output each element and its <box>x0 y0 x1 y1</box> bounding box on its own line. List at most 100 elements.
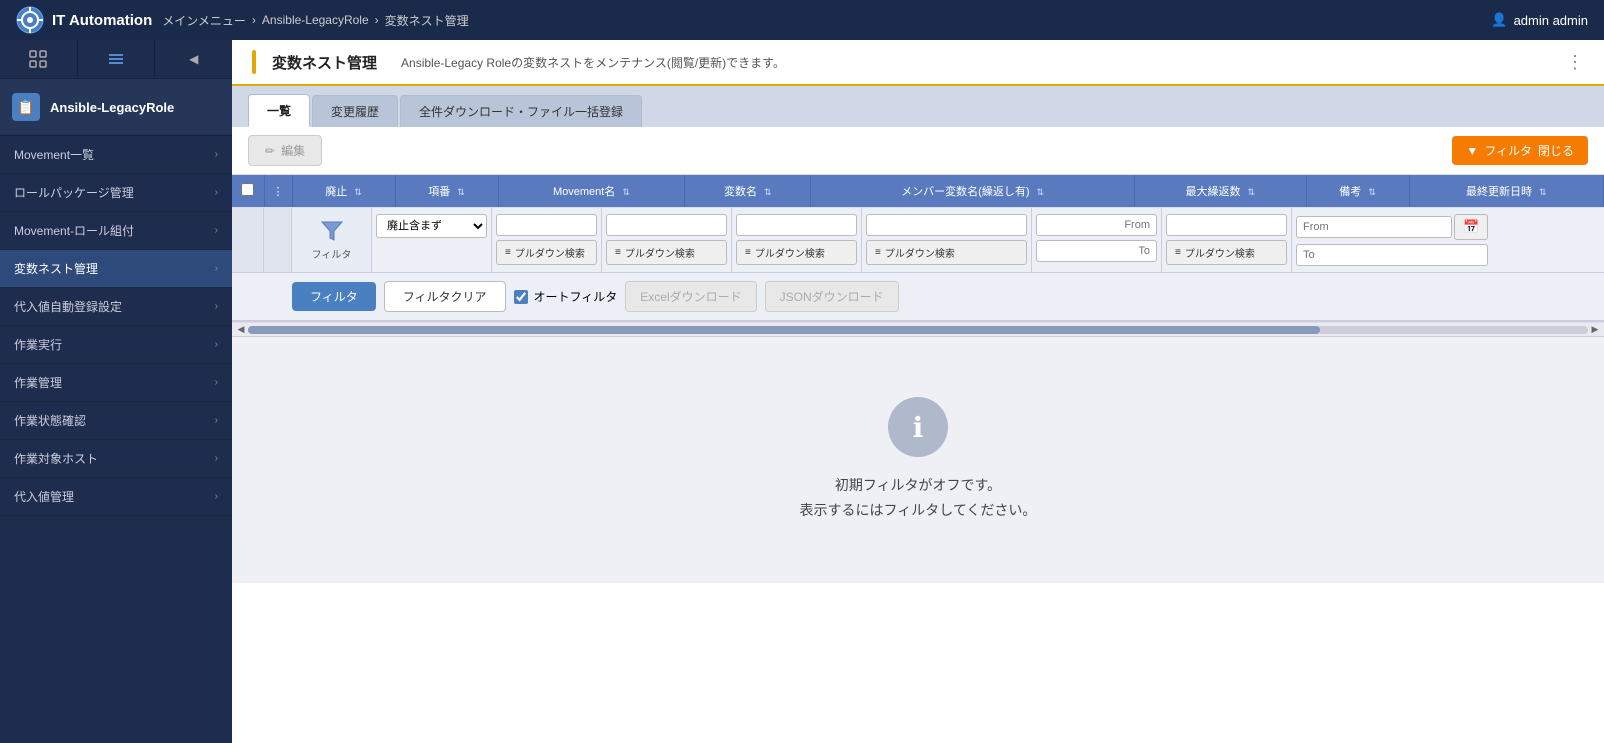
filter-button[interactable]: フィルタ <box>292 282 376 311</box>
filter-clear-button[interactable]: フィルタクリア <box>384 281 506 312</box>
dropdown-icon-number: ≡ <box>505 247 511 258</box>
filter-label: フィルタ <box>1484 142 1532 159</box>
breadcrumb-sep-1: › <box>252 13 256 27</box>
th-number-label: 項番 <box>428 186 450 198</box>
data-table: ⋮ 廃止 ⇅ 項番 ⇅ Movement名 ⇅ <box>232 175 1604 207</box>
sidebar-item-9[interactable]: 代入値管理› <box>0 478 232 516</box>
filter-movement-cell: ≡ プルダウン検索 <box>602 208 732 272</box>
json-download-button: JSONダウンロード <box>765 281 899 312</box>
sidebar-item-1[interactable]: ロールパッケージ管理› <box>0 174 232 212</box>
sidebar-item-label-1: ロールパッケージ管理 <box>14 184 134 201</box>
sidebar-item-4[interactable]: 代入値自動登録設定› <box>0 288 232 326</box>
edit-button[interactable]: ✏ 編集 <box>248 135 322 166</box>
th-remarks[interactable]: 備考 ⇅ <box>1306 175 1409 207</box>
number-input[interactable] <box>496 214 597 236</box>
edit-label: 編集 <box>281 142 305 159</box>
auto-filter-checkbox[interactable] <box>514 290 528 304</box>
filter-main-icon: フィルタ <box>292 208 372 272</box>
filter-number-cell: ≡ プルダウン検索 <box>492 208 602 272</box>
tab-history[interactable]: 変更履歴 <box>312 95 398 127</box>
movement-dropdown-btn[interactable]: ≡ プルダウン検索 <box>606 240 727 265</box>
th-lastupdate-label: 最終更新日時 <box>1466 186 1532 198</box>
remarks-input[interactable] <box>1166 214 1287 236</box>
breadcrumb-item-2[interactable]: Ansible-LegacyRole <box>262 13 369 27</box>
sidebar-item-6[interactable]: 作業管理› <box>0 364 232 402</box>
sidebar-item-3[interactable]: 変数ネスト管理› <box>0 250 232 288</box>
scrollbar-track[interactable] <box>248 326 1588 334</box>
close-label: 閉じる <box>1538 142 1574 159</box>
main-content: 変数ネスト管理 Ansible-Legacy Roleの変数ネストをメンテナンス… <box>232 40 1604 743</box>
sort-icon-lastupdate: ⇅ <box>1539 187 1547 197</box>
number-dropdown-btn[interactable]: ≡ プルダウン検索 <box>496 240 597 265</box>
sidebar-title: Ansible-LegacyRole <box>50 100 174 115</box>
th-obsolete[interactable]: 廃止 ⇅ <box>292 175 395 207</box>
scroll-right-arrow[interactable]: ▶ <box>1588 323 1602 337</box>
scrollbar-thumb[interactable] <box>248 326 1320 334</box>
page-header: 変数ネスト管理 Ansible-Legacy Roleの変数ネストをメンテナンス… <box>232 40 1604 86</box>
th-member[interactable]: メンバー変数名(繰返し有) ⇅ <box>811 175 1135 207</box>
tab-download[interactable]: 全件ダウンロード・ファイル一括登録 <box>400 95 642 127</box>
empty-text-line2: 表示するにはフィルタしてください。 <box>800 498 1037 523</box>
th-maxrepeat[interactable]: 最大繰返数 ⇅ <box>1135 175 1307 207</box>
chevron-icon-5: › <box>215 339 218 350</box>
lastupdate-to-input[interactable] <box>1296 244 1488 266</box>
sidebar-item-2[interactable]: Movement-ロール組付› <box>0 212 232 250</box>
th-lastupdate[interactable]: 最終更新日時 ⇅ <box>1409 175 1603 207</box>
sidebar-item-8[interactable]: 作業対象ホスト› <box>0 440 232 478</box>
th-number[interactable]: 項番 ⇅ <box>395 175 498 207</box>
variable-dropdown-btn[interactable]: ≡ プルダウン検索 <box>736 240 857 265</box>
breadcrumb-item-3: 変数ネスト管理 <box>385 12 469 29</box>
chevron-icon-9: › <box>215 491 218 502</box>
sidebar-list-icon[interactable] <box>78 40 156 78</box>
member-dropdown-btn[interactable]: ≡ プルダウン検索 <box>866 240 1027 265</box>
sidebar-header: 📋 Ansible-LegacyRole <box>0 79 232 136</box>
filter-menu-cell <box>264 208 292 272</box>
sidebar-item-label-6: 作業管理 <box>14 374 62 391</box>
variable-input[interactable] <box>736 214 857 236</box>
user-info[interactable]: 👤 admin admin <box>1491 12 1588 28</box>
sidebar-item-label-0: Movement一覧 <box>14 146 94 163</box>
chevron-icon-4: › <box>215 301 218 312</box>
sidebar-item-label-8: 作業対象ホスト <box>14 450 98 467</box>
filter-member-cell: ≡ プルダウン検索 <box>862 208 1032 272</box>
page-menu-icon[interactable]: ⋮ <box>1566 52 1584 73</box>
filter-label-text: フィルタ <box>312 246 352 261</box>
empty-state-text: 初期フィルタがオフです。 表示するにはフィルタしてください。 <box>800 473 1037 523</box>
sort-icon-variable: ⇅ <box>764 187 772 197</box>
remarks-dropdown-btn[interactable]: ≡ プルダウン検索 <box>1166 240 1287 265</box>
sidebar-item-5[interactable]: 作業実行› <box>0 326 232 364</box>
sort-icon-obsolete: ⇅ <box>354 187 362 197</box>
sort-icon-member: ⇅ <box>1037 187 1045 197</box>
auto-filter-label: オートフィルタ <box>534 288 618 305</box>
sidebar-item-7[interactable]: 作業状態確認› <box>0 402 232 440</box>
lastupdate-from-calendar-btn[interactable]: 📅 <box>1454 214 1488 240</box>
movement-input[interactable] <box>606 214 727 236</box>
chevron-icon-0: › <box>215 149 218 160</box>
sidebar-collapse-icon[interactable]: ◀ <box>155 40 232 78</box>
filter-maxrepeat-cell <box>1032 208 1162 272</box>
select-all-checkbox[interactable] <box>241 183 254 196</box>
lastupdate-from-input[interactable] <box>1296 216 1452 238</box>
filter-close-button[interactable]: ▼ フィルタ 閉じる <box>1452 136 1588 165</box>
main-layout: ◀ 📋 Ansible-LegacyRole Movement一覧 › ロールパッケ… <box>0 40 1604 743</box>
member-input[interactable] <box>866 214 1027 236</box>
breadcrumb-item-1[interactable]: メインメニュー <box>162 12 246 29</box>
maxrepeat-from-input[interactable] <box>1036 214 1157 236</box>
tab-list[interactable]: 一覧 <box>248 94 310 127</box>
obsolete-select[interactable]: 廃止含まず 廃止のみ 全レコード <box>376 214 487 238</box>
scroll-left-arrow[interactable]: ◀ <box>234 323 248 337</box>
th-variable[interactable]: 変数名 ⇅ <box>685 175 811 207</box>
sidebar-item-label-2: Movement-ロール組付 <box>14 222 134 239</box>
table-scroll[interactable]: ⋮ 廃止 ⇅ 項番 ⇅ Movement名 ⇅ <box>232 175 1604 337</box>
filter-icon: ▼ <box>1466 144 1478 158</box>
empty-state-icon: ℹ <box>888 397 948 457</box>
sidebar-item-0[interactable]: Movement一覧 › <box>0 136 232 174</box>
th-member-label: メンバー変数名(繰返し有) <box>901 186 1029 198</box>
maxrepeat-to-input[interactable] <box>1036 240 1157 262</box>
sidebar-grid-icon[interactable] <box>0 40 78 78</box>
th-movement[interactable]: Movement名 ⇅ <box>498 175 685 207</box>
sort-icon-remarks: ⇅ <box>1368 187 1376 197</box>
sidebar-item-label-3: 変数ネスト管理 <box>14 260 98 277</box>
th-obsolete-label: 廃止 <box>325 186 347 198</box>
horizontal-scrollbar[interactable]: ◀ ▶ <box>232 323 1604 337</box>
